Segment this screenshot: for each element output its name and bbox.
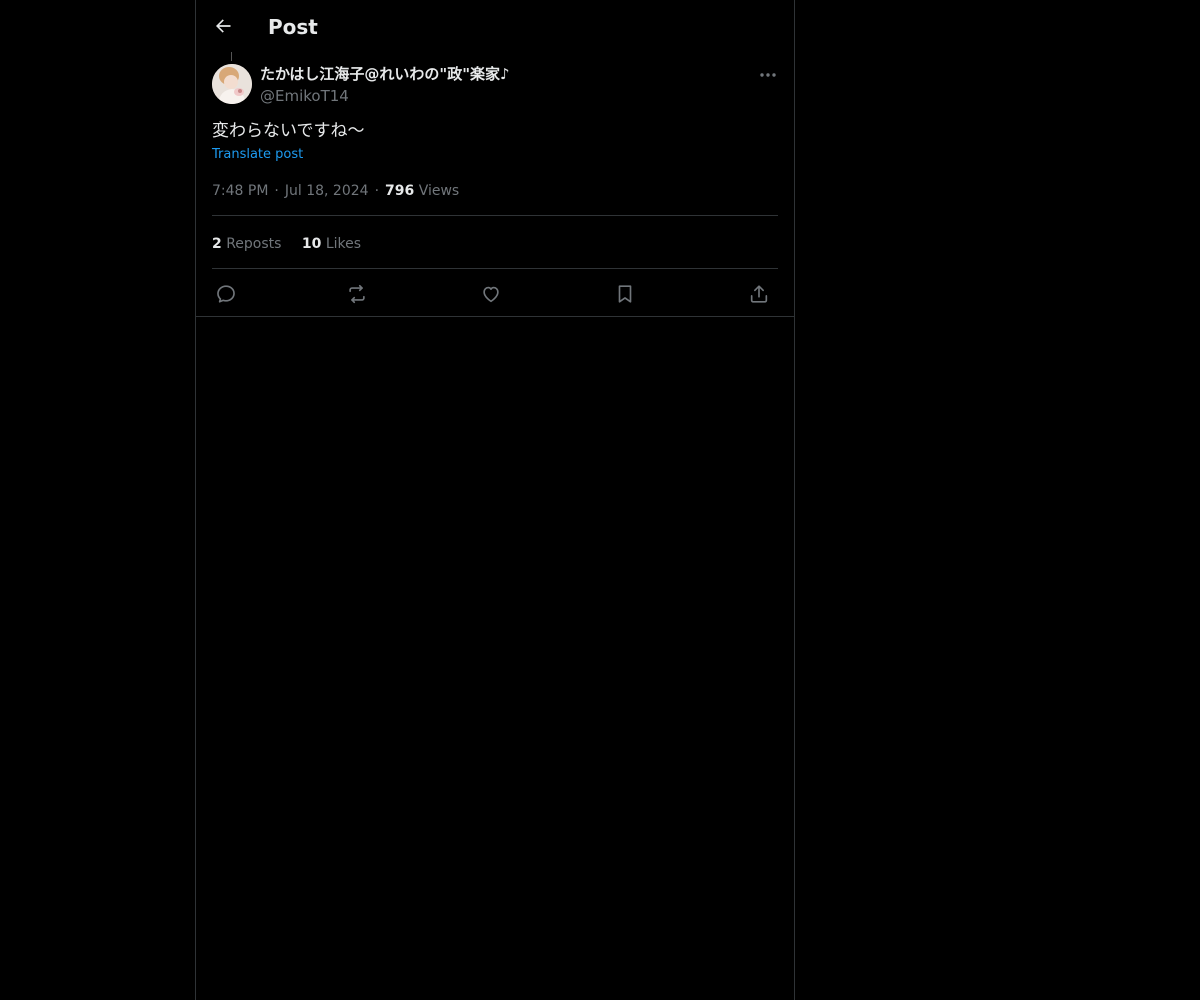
- avatar[interactable]: [212, 64, 252, 104]
- avatar-image: [212, 64, 252, 104]
- reply-button[interactable]: [212, 280, 240, 308]
- views-label: Views: [418, 183, 460, 199]
- bookmark-button[interactable]: [611, 280, 639, 308]
- thread-line: [231, 52, 232, 61]
- main-column: Post たかはし江海子@れいわの"政"楽家♪ @EmikoT14 変わらないで…: [195, 0, 795, 1000]
- share-button[interactable]: [745, 280, 773, 308]
- post-meta: 7:48 PM · Jul 18, 2024 · 796 Views: [212, 181, 459, 201]
- heart-icon: [483, 286, 499, 303]
- repost-button[interactable]: [343, 280, 371, 308]
- likes-stat[interactable]: 10 Likes: [302, 236, 361, 252]
- back-button[interactable]: [208, 11, 238, 41]
- page-header: Post: [196, 0, 794, 53]
- post-text: 変わらないですね〜: [212, 121, 365, 141]
- post-bottom-border: [196, 316, 794, 317]
- likes-count: 10: [301, 236, 322, 252]
- share-icon: [750, 285, 768, 303]
- bookmark-icon: [618, 285, 632, 303]
- views-count: 796: [385, 183, 415, 199]
- post-date[interactable]: Jul 18, 2024: [285, 183, 369, 199]
- author-handle[interactable]: @EmikoT14: [260, 86, 349, 106]
- reposts-count: 2: [212, 236, 222, 252]
- likes-label: Likes: [325, 236, 362, 252]
- more-horizontal-icon: [760, 73, 776, 77]
- engagement-stats: 2 Reposts 10 Likes: [212, 234, 377, 254]
- meta-separator: ·: [374, 183, 380, 199]
- reply-icon: [217, 285, 235, 303]
- more-options-button[interactable]: [756, 64, 780, 86]
- author-name[interactable]: たかはし江海子@れいわの"政"楽家♪: [260, 64, 510, 84]
- translate-post-link[interactable]: Translate post: [212, 146, 303, 164]
- divider: [212, 268, 778, 269]
- repost-icon: [349, 284, 365, 304]
- like-button[interactable]: [477, 280, 505, 308]
- action-bar: [212, 280, 778, 308]
- arrow-left-icon: [216, 19, 231, 33]
- divider: [212, 215, 778, 216]
- meta-separator: ·: [274, 183, 279, 199]
- reposts-label: Reposts: [226, 236, 282, 252]
- reposts-stat[interactable]: 2 Reposts: [212, 236, 281, 252]
- page-title: Post: [268, 15, 318, 39]
- post-time[interactable]: 7:48 PM: [212, 183, 268, 199]
